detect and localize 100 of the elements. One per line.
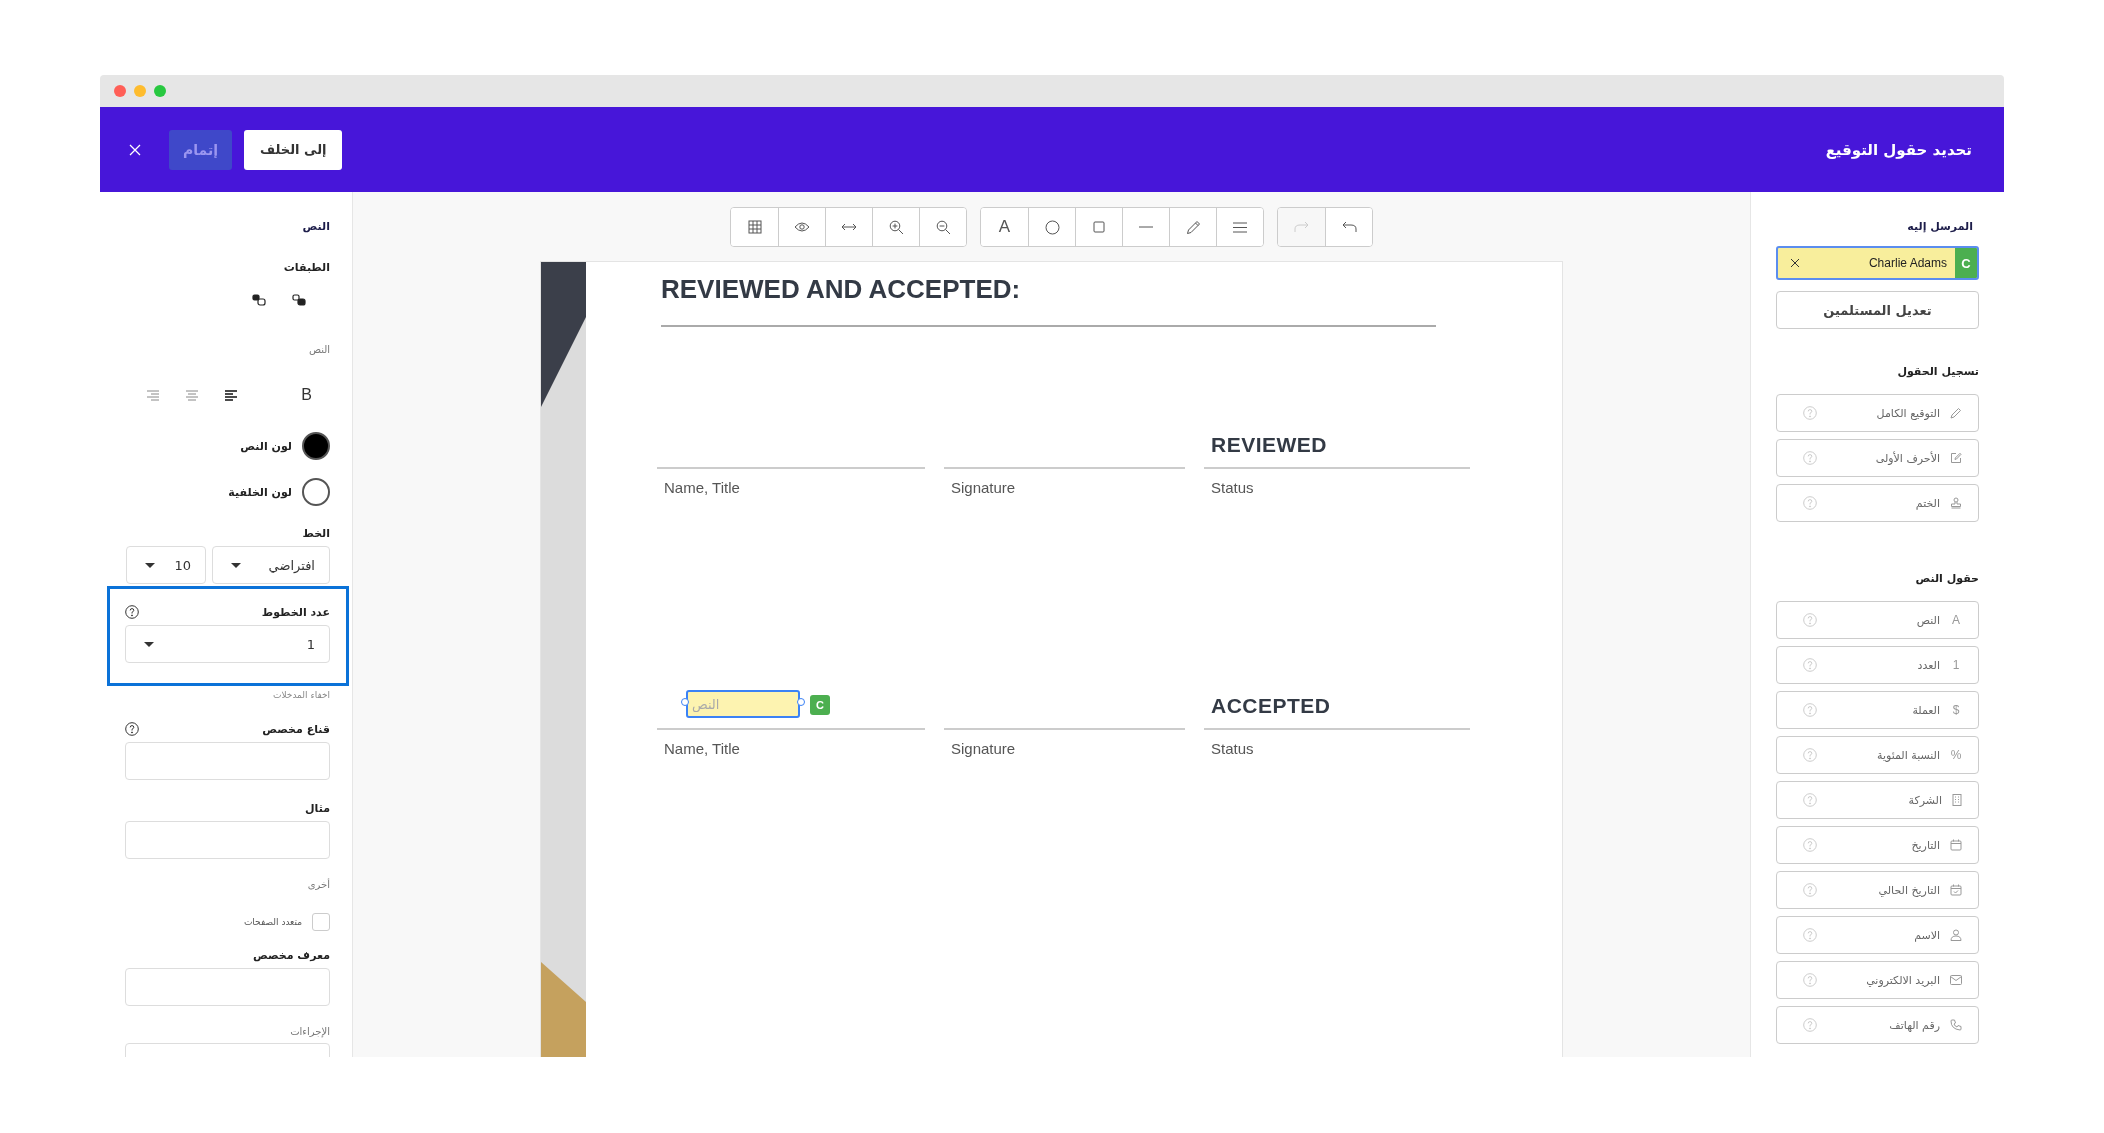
document-heading: REVIEWED AND ACCEPTED: [661, 274, 1436, 327]
align-right-icon[interactable] [147, 389, 160, 401]
send-backward-icon[interactable] [252, 294, 266, 306]
edit-icon [1950, 452, 1962, 464]
toolbar-button[interactable] [1325, 208, 1372, 246]
field-button[interactable]: الاسم [1776, 916, 1979, 954]
field-label: مثال [304, 802, 330, 815]
section-label: تسجيل الحقول [1896, 365, 1979, 378]
field-label: العدد [1917, 658, 1940, 672]
line-icon [1139, 226, 1153, 228]
field-button[interactable]: الشركة [1776, 781, 1979, 819]
field-button[interactable]: $ العملة [1776, 691, 1979, 729]
bring-forward-icon[interactable] [292, 294, 306, 306]
field-button[interactable]: الأحرف الأولى [1776, 439, 1979, 477]
field-button[interactable]: رقم الهاتف [1776, 1006, 1979, 1044]
building-icon [1952, 794, 1962, 806]
color-label: لون الخلفية [228, 485, 292, 499]
recipient-badge: C [810, 695, 830, 715]
input-field[interactable] [125, 968, 330, 1006]
phone-icon [1950, 1019, 1962, 1031]
square-icon [1093, 221, 1105, 233]
section-label: الطبقات [282, 261, 330, 274]
window-minimize-dot[interactable] [134, 85, 146, 97]
bold-button[interactable]: B [301, 386, 312, 404]
color-swatch[interactable] [302, 478, 330, 506]
input-field[interactable] [125, 821, 330, 859]
font-family-select[interactable]: افتراضي [212, 546, 330, 584]
back-button[interactable]: إلى الخلف [243, 129, 343, 170]
close-icon[interactable] [1790, 258, 1800, 268]
help-icon[interactable] [125, 605, 139, 619]
field-label: النص [1916, 613, 1940, 627]
recipient-selector[interactable]: Charlie Adams C [1776, 246, 1979, 280]
toolbar-button[interactable] [1216, 208, 1263, 246]
person-icon [1950, 929, 1962, 941]
window-close-dot[interactable] [114, 85, 126, 97]
line-label: Status [1210, 739, 1255, 757]
section-label: النص [307, 344, 330, 355]
panel-title: النص [301, 220, 330, 233]
line-count-select[interactable]: 1 [125, 625, 330, 663]
checkbox[interactable] [312, 913, 330, 931]
field-label: النسبة المئوية [1877, 748, 1940, 762]
toolbar-button[interactable] [919, 208, 966, 246]
field-label: الأحرف الأولى [1875, 451, 1940, 465]
field-type-icon: 1 [1950, 658, 1962, 672]
zoom-out-icon [935, 219, 951, 235]
resize-handle[interactable] [797, 698, 805, 706]
color-label: لون النص [240, 439, 292, 453]
input-field[interactable] [125, 742, 330, 780]
section-label: المرسل إليه [1906, 220, 1973, 233]
caret-icon [144, 641, 154, 647]
align-left-icon[interactable] [225, 389, 238, 401]
field-button[interactable]: البريد الالكتروني [1776, 961, 1979, 999]
align-center-icon[interactable] [186, 389, 199, 401]
caret-icon [145, 562, 155, 568]
color-swatch[interactable] [302, 432, 330, 460]
line-label: Status [1210, 478, 1255, 496]
section-label: أخرى [306, 879, 330, 890]
edit-recipients-button[interactable]: تعديل المستلمين [1776, 291, 1979, 329]
field-label: الختم [1915, 496, 1940, 510]
caret-icon [231, 562, 241, 568]
field-type-icon: $ [1950, 703, 1962, 717]
field-label: معرف مخصص [251, 949, 330, 962]
field-button[interactable]: التاريخ [1776, 826, 1979, 864]
section-label: اخفاء المدخلات [271, 690, 330, 700]
calendar-check-icon [1950, 884, 1962, 896]
page-title: تحديد حقول التوقيع [1825, 140, 1972, 159]
window-maximize-dot[interactable] [154, 85, 166, 97]
recipient-name: Charlie Adams [1867, 256, 1947, 270]
font-size-select[interactable]: 10 [126, 546, 206, 584]
menu-icon [1233, 221, 1247, 233]
section-label: الخط [301, 527, 330, 540]
zoom-in-icon [888, 219, 904, 235]
line-label: Signature [950, 478, 1017, 496]
section-label: حقول النص [1914, 572, 1979, 585]
field-label: رقم الهاتف [1889, 1018, 1940, 1032]
field-label: التاريخ [1911, 838, 1940, 852]
field-label: الاسم [1914, 928, 1940, 942]
field-label: الشركة [1908, 793, 1942, 807]
field-type-icon: A [1950, 613, 1962, 627]
redo-icon [1293, 221, 1310, 233]
field-type-icon: % [1950, 748, 1962, 762]
field-label: التاريخ الحالي [1878, 883, 1940, 897]
resize-handle[interactable] [681, 698, 689, 706]
help-icon[interactable] [125, 722, 139, 736]
pencil-icon [1185, 219, 1201, 235]
field-button[interactable]: الختم [1776, 484, 1979, 522]
undo-icon [1341, 221, 1357, 233]
stamp-icon [1950, 497, 1962, 509]
eye-icon [794, 221, 810, 233]
field-label: البريد الالكتروني [1866, 973, 1940, 987]
field-button[interactable]: التوقيع الكامل [1776, 394, 1979, 432]
field-label: قناع مخصص [262, 722, 330, 736]
field-button[interactable]: % النسبة المئوية [1776, 736, 1979, 774]
field-label: العملة [1912, 703, 1940, 717]
line-label: Signature [950, 739, 1017, 757]
grid-icon [747, 220, 762, 234]
text-field[interactable]: النص [686, 690, 800, 718]
field-button[interactable]: التاريخ الحالي [1776, 871, 1979, 909]
pencil-icon [1950, 407, 1962, 419]
field-label: عدد الخطوط [261, 605, 330, 619]
